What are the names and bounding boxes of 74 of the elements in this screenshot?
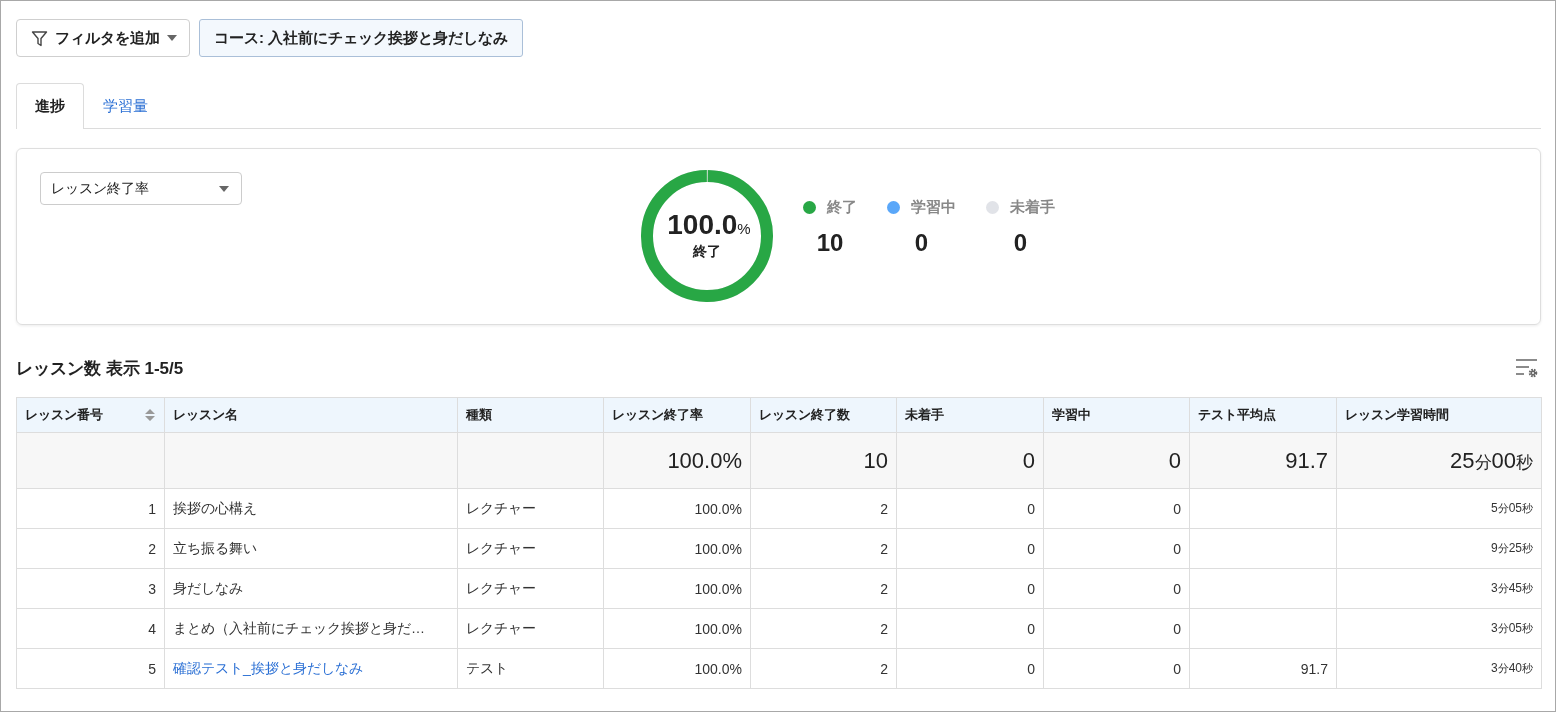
- table-cell: 0: [1043, 568, 1190, 609]
- table-cell: 0: [896, 648, 1044, 689]
- legend-count: 0: [1013, 229, 1028, 257]
- caret-icon: [219, 185, 229, 192]
- table-cell: 100.0%: [603, 528, 751, 569]
- table-cell: 立ち振る舞い: [164, 528, 458, 569]
- table-cell: 3分40秒: [1336, 648, 1542, 689]
- table-cell: 身だしなみ: [164, 568, 458, 609]
- table-cell: 0: [1043, 488, 1190, 529]
- add-filter-button[interactable]: フィルタを追加: [16, 19, 190, 57]
- ring-label: 終了: [693, 243, 721, 261]
- filter-chip[interactable]: コース: 入社前にチェック挨拶と身だしなみ: [199, 19, 524, 57]
- summary-cell: 0: [1043, 432, 1190, 489]
- legend-label: 終了: [827, 198, 857, 217]
- table-cell: テスト: [457, 648, 604, 689]
- legend-count: 0: [914, 229, 929, 257]
- legend-label: 学習中: [911, 198, 956, 217]
- table-cell: レクチャー: [457, 608, 604, 649]
- summary-cell: 0: [896, 432, 1044, 489]
- table-cell: 1: [16, 488, 165, 529]
- table-cell: 100.0%: [603, 648, 751, 689]
- table-cell: レクチャー: [457, 528, 604, 569]
- table-cell: 2: [750, 568, 897, 609]
- table-cell: 0: [896, 528, 1044, 569]
- table-cell: 9分25秒: [1336, 528, 1542, 569]
- table-cell: 2: [750, 528, 897, 569]
- table-cell: 5: [16, 648, 165, 689]
- table-cell: 2: [750, 648, 897, 689]
- table-cell: 0: [1043, 528, 1190, 569]
- tab[interactable]: 学習量: [84, 83, 167, 129]
- summary-cell: 91.7: [1189, 432, 1337, 489]
- table-cell: 0: [896, 608, 1044, 649]
- table-cell: 0: [1043, 608, 1190, 649]
- metric-select[interactable]: レッスン終了率: [40, 172, 242, 205]
- table-cell: まとめ（入社前にチェック挨拶と身だ…: [164, 608, 458, 649]
- table-cell: 3分05秒: [1336, 608, 1542, 649]
- table-cell: 0: [896, 488, 1044, 529]
- table-cell: 100.0%: [603, 488, 751, 529]
- table-cell: 2: [750, 488, 897, 529]
- column-header: テスト平均点: [1189, 397, 1337, 433]
- tab[interactable]: 進捗: [16, 83, 84, 129]
- caret-icon: [167, 35, 177, 41]
- sort-icon[interactable]: [144, 408, 156, 422]
- table-cell: レクチャー: [457, 488, 604, 529]
- column-header: レッスン終了率: [603, 397, 751, 433]
- table-cell: レクチャー: [457, 568, 604, 609]
- legend-label: 未着手: [1010, 198, 1055, 217]
- column-header: 未着手: [896, 397, 1044, 433]
- table-cell: 5分05秒: [1336, 488, 1542, 529]
- legend-count: 10: [816, 229, 844, 257]
- table-cell: 4: [16, 608, 165, 649]
- table-cell: 2: [750, 608, 897, 649]
- percent-value: 100.0%: [666, 211, 751, 239]
- table-title: レッスン数 表示 1-5/5: [16, 357, 184, 380]
- summary-cell: 25分00秒: [1336, 432, 1542, 489]
- column-header: レッスン学習時間: [1336, 397, 1542, 433]
- table-cell: 2: [16, 528, 165, 569]
- table-cell: 3: [16, 568, 165, 609]
- table-cell: 100.0%: [603, 568, 751, 609]
- table-cell: 挨拶の心構え: [164, 488, 458, 529]
- summary-cell: 10: [750, 432, 897, 489]
- column-header: 学習中: [1043, 397, 1190, 433]
- summary-cell: 100.0%: [603, 432, 751, 489]
- column-header: レッスン名: [164, 397, 458, 433]
- table-cell: 3分45秒: [1336, 568, 1542, 609]
- table-cell: 91.7: [1189, 648, 1337, 689]
- column-header[interactable]: レッスン番号: [16, 397, 165, 433]
- column-header: レッスン終了数: [750, 397, 897, 433]
- table-cell: 100.0%: [603, 608, 751, 649]
- table-cell: 0: [896, 568, 1044, 609]
- table-cell: 0: [1043, 648, 1190, 689]
- funnel-icon: [31, 29, 48, 47]
- settings-icon[interactable]: [1515, 358, 1539, 378]
- column-header: 種類: [457, 397, 604, 433]
